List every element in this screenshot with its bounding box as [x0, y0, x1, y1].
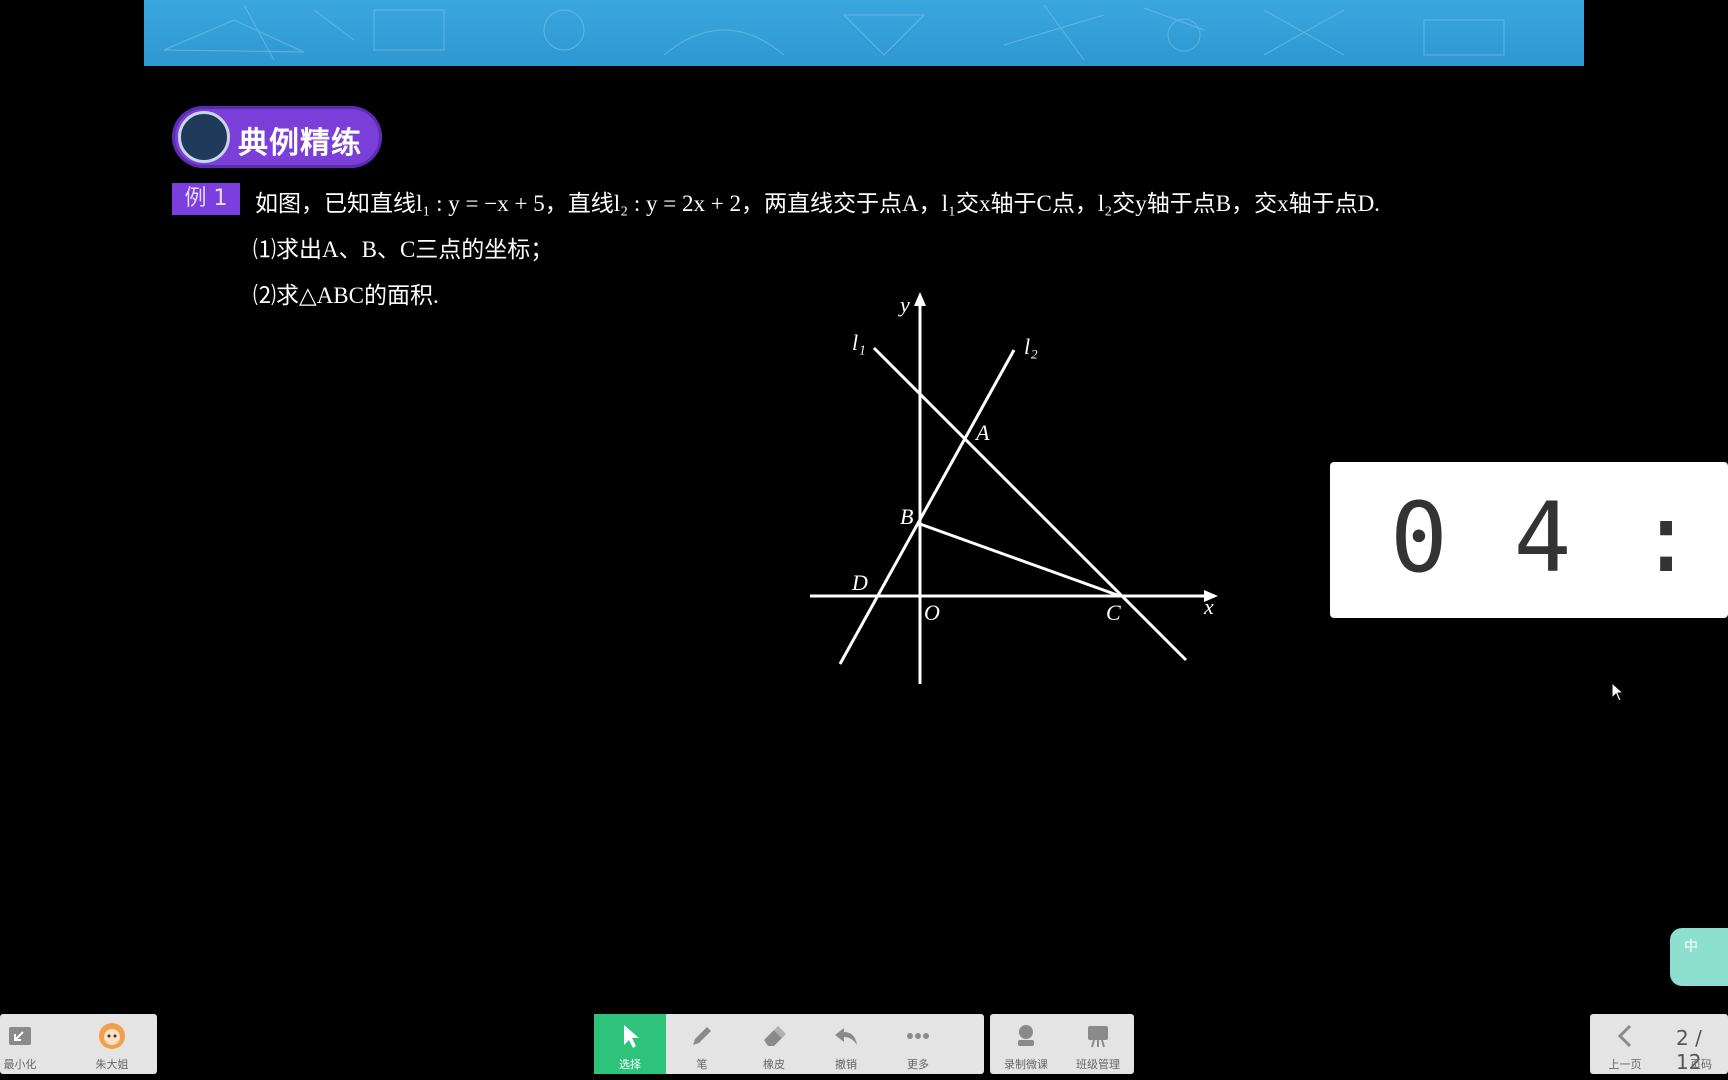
minimize-button[interactable]: 最小化	[0, 1014, 40, 1074]
pen-icon	[693, 1027, 711, 1045]
label-d: D	[851, 570, 868, 595]
prev-page-label: 上一页	[1608, 1058, 1642, 1071]
class-icon	[1088, 1026, 1108, 1048]
mouse-cursor-icon	[1611, 682, 1625, 702]
more-button[interactable]: 更多	[882, 1014, 954, 1074]
extra-toolbar: 录制微课 班级管理	[990, 1014, 1134, 1074]
mascot-avatar	[178, 111, 230, 163]
pen-tool-label: 笔	[696, 1058, 708, 1071]
label-o: O	[924, 600, 940, 625]
select-tool-label: 选择	[619, 1058, 641, 1071]
side-widget[interactable]: 中	[1670, 928, 1728, 986]
section-badge: 典例精练	[172, 106, 382, 168]
y-axis-arrow	[914, 292, 926, 306]
minimize-label: 最小化	[3, 1058, 37, 1071]
question-1: ⑴求出A、B、C三点的坐标；	[253, 237, 554, 262]
countdown-timer[interactable]: 0 4 : 4	[1330, 462, 1728, 618]
user-label: 朱大姐	[95, 1058, 129, 1071]
left-toolbar: 最小化 朱大姐	[0, 1014, 157, 1074]
more-icon	[907, 1033, 929, 1039]
label-a: A	[974, 420, 990, 445]
pen-tool-button[interactable]: 笔	[666, 1014, 738, 1074]
class-manage-label: 班级管理	[1076, 1058, 1120, 1071]
undo-label: 撤销	[835, 1058, 857, 1071]
segment-bc	[919, 522, 1121, 598]
side-widget-text: 中	[1684, 938, 1698, 954]
label-l2: l₂	[1024, 334, 1038, 359]
avatar-icon	[99, 1023, 125, 1049]
class-manage-button[interactable]: 班级管理	[1062, 1014, 1134, 1074]
record-button[interactable]: 录制微课	[990, 1014, 1062, 1074]
page-number-label: 页码	[1690, 1059, 1712, 1071]
geometry-diagram: y x l₁ l₂ A B C D O	[810, 292, 1218, 684]
more-label: 更多	[907, 1058, 929, 1071]
undo-icon	[835, 1028, 857, 1045]
top-banner	[144, 0, 1584, 66]
eraser-tool-label: 橡皮	[763, 1058, 785, 1071]
select-tool-button[interactable]: 选择	[594, 1014, 666, 1074]
banner-pattern	[163, 4, 1505, 61]
record-label: 录制微课	[1004, 1058, 1048, 1071]
main-toolbar: 选择 笔 橡皮 撤销 更多	[594, 1014, 984, 1074]
pager-bar: 上一页 2 / 12 页码	[1590, 1014, 1728, 1074]
eraser-tool-button[interactable]: 橡皮	[738, 1014, 810, 1074]
record-icon	[1018, 1025, 1034, 1046]
label-b: B	[900, 504, 913, 529]
chevron-left-icon	[1617, 1024, 1632, 1048]
timer-value: 0 4 : 4	[1390, 482, 1728, 594]
label-x: x	[1203, 594, 1214, 619]
example-label: 例 1	[172, 183, 240, 215]
label-l1: l₁	[852, 330, 866, 355]
user-button[interactable]: 朱大姐	[76, 1014, 148, 1074]
eraser-icon	[764, 1026, 786, 1046]
undo-button[interactable]: 撤销	[810, 1014, 882, 1074]
cursor-icon	[624, 1025, 639, 1048]
question-2: ⑵求△ABC的面积.	[253, 283, 439, 308]
section-title: 典例精练	[238, 126, 362, 161]
label-c: C	[1106, 600, 1121, 625]
minimize-icon	[9, 1027, 31, 1045]
problem-statement: 如图，已知直线l₁ : y = −x + 5，直线l₂ : y = 2x + 2…	[255, 191, 1380, 216]
label-y: y	[898, 292, 910, 317]
prev-page-button[interactable]: 上一页	[1590, 1014, 1660, 1074]
